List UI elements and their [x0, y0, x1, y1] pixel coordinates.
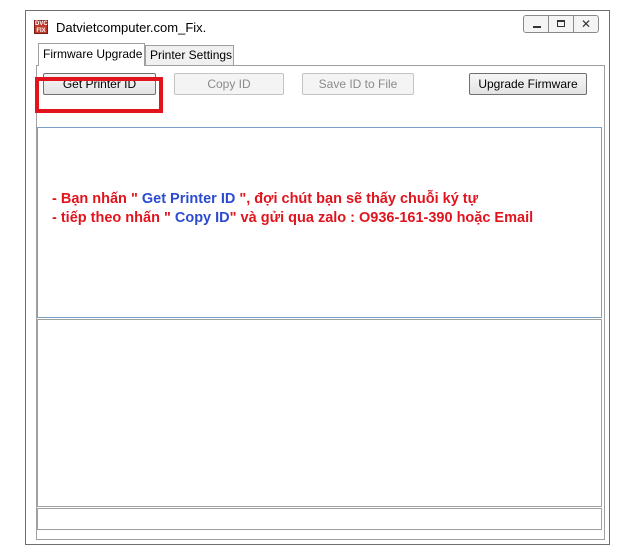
maximize-button[interactable]	[548, 15, 574, 33]
close-icon: ✕	[580, 17, 592, 31]
instruction-button-ref: Copy ID	[174, 210, 230, 226]
instruction-text: " và gửi qua zalo : O936-161-390 hoặc Em…	[229, 210, 534, 226]
instruction-text: ", đợi chút bạn sẽ thấy chuỗi ký tự	[235, 191, 479, 207]
instruction-text: - tiếp theo nhấn "	[52, 210, 175, 226]
title-bar[interactable]: DVC FIX Datvietcomputer.com_Fix. ✕	[26, 11, 609, 41]
instruction-line-1: - Bạn nhấn " Get Printer ID ", đợi chút …	[52, 191, 478, 207]
minimize-icon	[533, 26, 541, 28]
instruction-line-2: - tiếp theo nhấn " Copy ID" và gửi qua z…	[52, 210, 533, 226]
instruction-text: - Bạn nhấn "	[52, 191, 142, 207]
instruction-button-ref: Get Printer ID	[141, 191, 236, 207]
window-title: Datvietcomputer.com_Fix.	[56, 20, 207, 35]
app-logo-icon: DVC FIX	[34, 20, 48, 34]
red-highlight-box	[35, 77, 163, 113]
close-button[interactable]: ✕	[573, 15, 599, 33]
window-controls: ✕	[523, 15, 599, 33]
upgrade-firmware-button[interactable]: Upgrade Firmware	[469, 73, 587, 95]
status-bar	[37, 508, 602, 530]
tab-printer-settings[interactable]: Printer Settings	[145, 45, 234, 65]
save-id-to-file-button[interactable]: Save ID to File	[302, 73, 414, 95]
maximize-icon	[557, 20, 565, 27]
log-output[interactable]	[37, 319, 602, 507]
tab-firmware-upgrade[interactable]: Firmware Upgrade	[38, 43, 145, 66]
minimize-button[interactable]	[523, 15, 549, 33]
copy-id-button[interactable]: Copy ID	[174, 73, 284, 95]
